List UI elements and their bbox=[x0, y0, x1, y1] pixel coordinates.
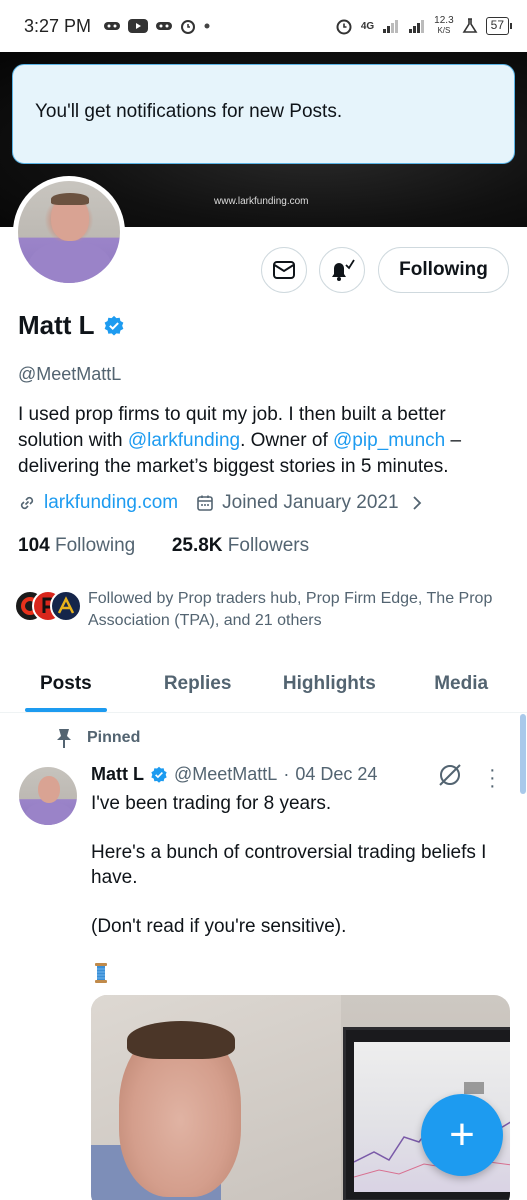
battery-indicator: 57 bbox=[485, 17, 513, 35]
post-date[interactable]: 04 Dec 24 bbox=[295, 764, 377, 785]
profile-tabs: Posts Replies Highlights Media bbox=[0, 655, 527, 713]
verified-badge-icon bbox=[151, 766, 167, 783]
follow-stats: 104 Following 25.8K Followers bbox=[18, 535, 309, 557]
thread-spool-icon bbox=[95, 963, 107, 983]
follower-avatar bbox=[50, 590, 82, 622]
more-options-icon[interactable]: · · · bbox=[489, 760, 496, 796]
post-author-handle[interactable]: @MeetMattL bbox=[174, 764, 277, 785]
status-icons-left bbox=[103, 18, 211, 34]
link-icon bbox=[20, 496, 34, 510]
post-header: Matt L @MeetMattL · 04 Dec 24 bbox=[91, 764, 377, 785]
verified-badge-icon[interactable] bbox=[103, 315, 125, 337]
pinned-label: Pinned bbox=[87, 729, 141, 746]
grok-icon[interactable] bbox=[437, 762, 463, 788]
toast-message: You'll get notifications for new Posts. bbox=[35, 101, 343, 122]
flask-icon bbox=[462, 18, 478, 33]
alarm-icon bbox=[336, 19, 352, 35]
joined-date: Joined January 2021 bbox=[222, 492, 399, 513]
pinned-indicator: Pinned bbox=[55, 727, 140, 749]
message-button[interactable] bbox=[261, 247, 307, 293]
scrollbar-thumb[interactable] bbox=[520, 714, 526, 794]
game-controller-icon bbox=[156, 22, 173, 30]
post-author-avatar[interactable] bbox=[19, 767, 77, 825]
alarm-icon bbox=[181, 20, 196, 34]
calendar-icon bbox=[197, 495, 213, 511]
status-icons-right: 4G 12.3 K/S 57 bbox=[335, 15, 513, 36]
plus-icon: + bbox=[449, 1110, 475, 1159]
post-text: I've been trading for 8 years. Here's a … bbox=[91, 791, 511, 963]
status-time: 3:27 PM bbox=[24, 15, 92, 36]
profile-name: Matt L bbox=[18, 310, 95, 340]
following-stat[interactable]: 104 Following bbox=[18, 535, 135, 556]
post-line: (Don't read if you're sensitive). bbox=[91, 916, 347, 937]
post-author-name[interactable]: Matt L bbox=[91, 764, 144, 785]
profile-bio: I used prop firms to quit my job. I then… bbox=[18, 404, 462, 477]
notifications-button[interactable] bbox=[319, 247, 365, 293]
followers-stat[interactable]: 25.8K Followers bbox=[172, 535, 309, 556]
tab-posts[interactable]: Posts bbox=[0, 655, 132, 712]
pin-icon bbox=[57, 729, 71, 748]
post-line: I've been trading for 8 years. bbox=[91, 793, 332, 814]
signal-icon bbox=[409, 20, 425, 33]
mention-link-larkfunding[interactable]: @larkfunding bbox=[128, 430, 240, 451]
profile-meta-row: larkfunding.com Joined January 2021 bbox=[18, 492, 425, 514]
post-line: Here's a bunch of controversial trading … bbox=[91, 842, 487, 888]
avatar-image bbox=[18, 181, 120, 283]
envelope-icon bbox=[273, 261, 295, 279]
tab-replies[interactable]: Replies bbox=[132, 655, 264, 712]
game-controller-icon bbox=[104, 22, 121, 30]
status-bar: 3:27 PM 4G 12.3 K/S 57 bbox=[0, 0, 527, 52]
tab-highlights[interactable]: Highlights bbox=[264, 655, 396, 712]
followed-by-avatars bbox=[14, 588, 84, 622]
network-type: 4G bbox=[360, 20, 375, 32]
post-meta-separator: · bbox=[283, 764, 290, 784]
compose-post-button[interactable]: + bbox=[421, 1094, 503, 1176]
followed-by-text: Followed by Prop traders hub, Prop Firm … bbox=[88, 590, 493, 629]
profile-avatar[interactable] bbox=[13, 176, 125, 288]
notification-toast: You'll get notifications for new Posts. bbox=[12, 64, 515, 164]
banner-url-text: www.larkfunding.com bbox=[214, 196, 309, 207]
following-button[interactable]: Following bbox=[378, 247, 509, 293]
bell-check-icon bbox=[332, 259, 355, 281]
signal-icon bbox=[383, 20, 399, 33]
youtube-icon bbox=[128, 19, 149, 33]
chevron-right-icon[interactable] bbox=[409, 495, 425, 511]
mention-link-pip-munch[interactable]: @pip_munch bbox=[333, 430, 445, 451]
tab-media[interactable]: Media bbox=[395, 655, 527, 712]
dot-icon bbox=[204, 23, 210, 29]
profile-handle: @MeetMattL bbox=[18, 364, 122, 384]
network-speed: 12.3 K/S bbox=[434, 15, 454, 36]
website-link[interactable]: larkfunding.com bbox=[44, 492, 178, 514]
followed-by-row[interactable]: Followed by Prop traders hub, Prop Firm … bbox=[14, 588, 508, 632]
profile-name-row: Matt L bbox=[18, 310, 125, 341]
